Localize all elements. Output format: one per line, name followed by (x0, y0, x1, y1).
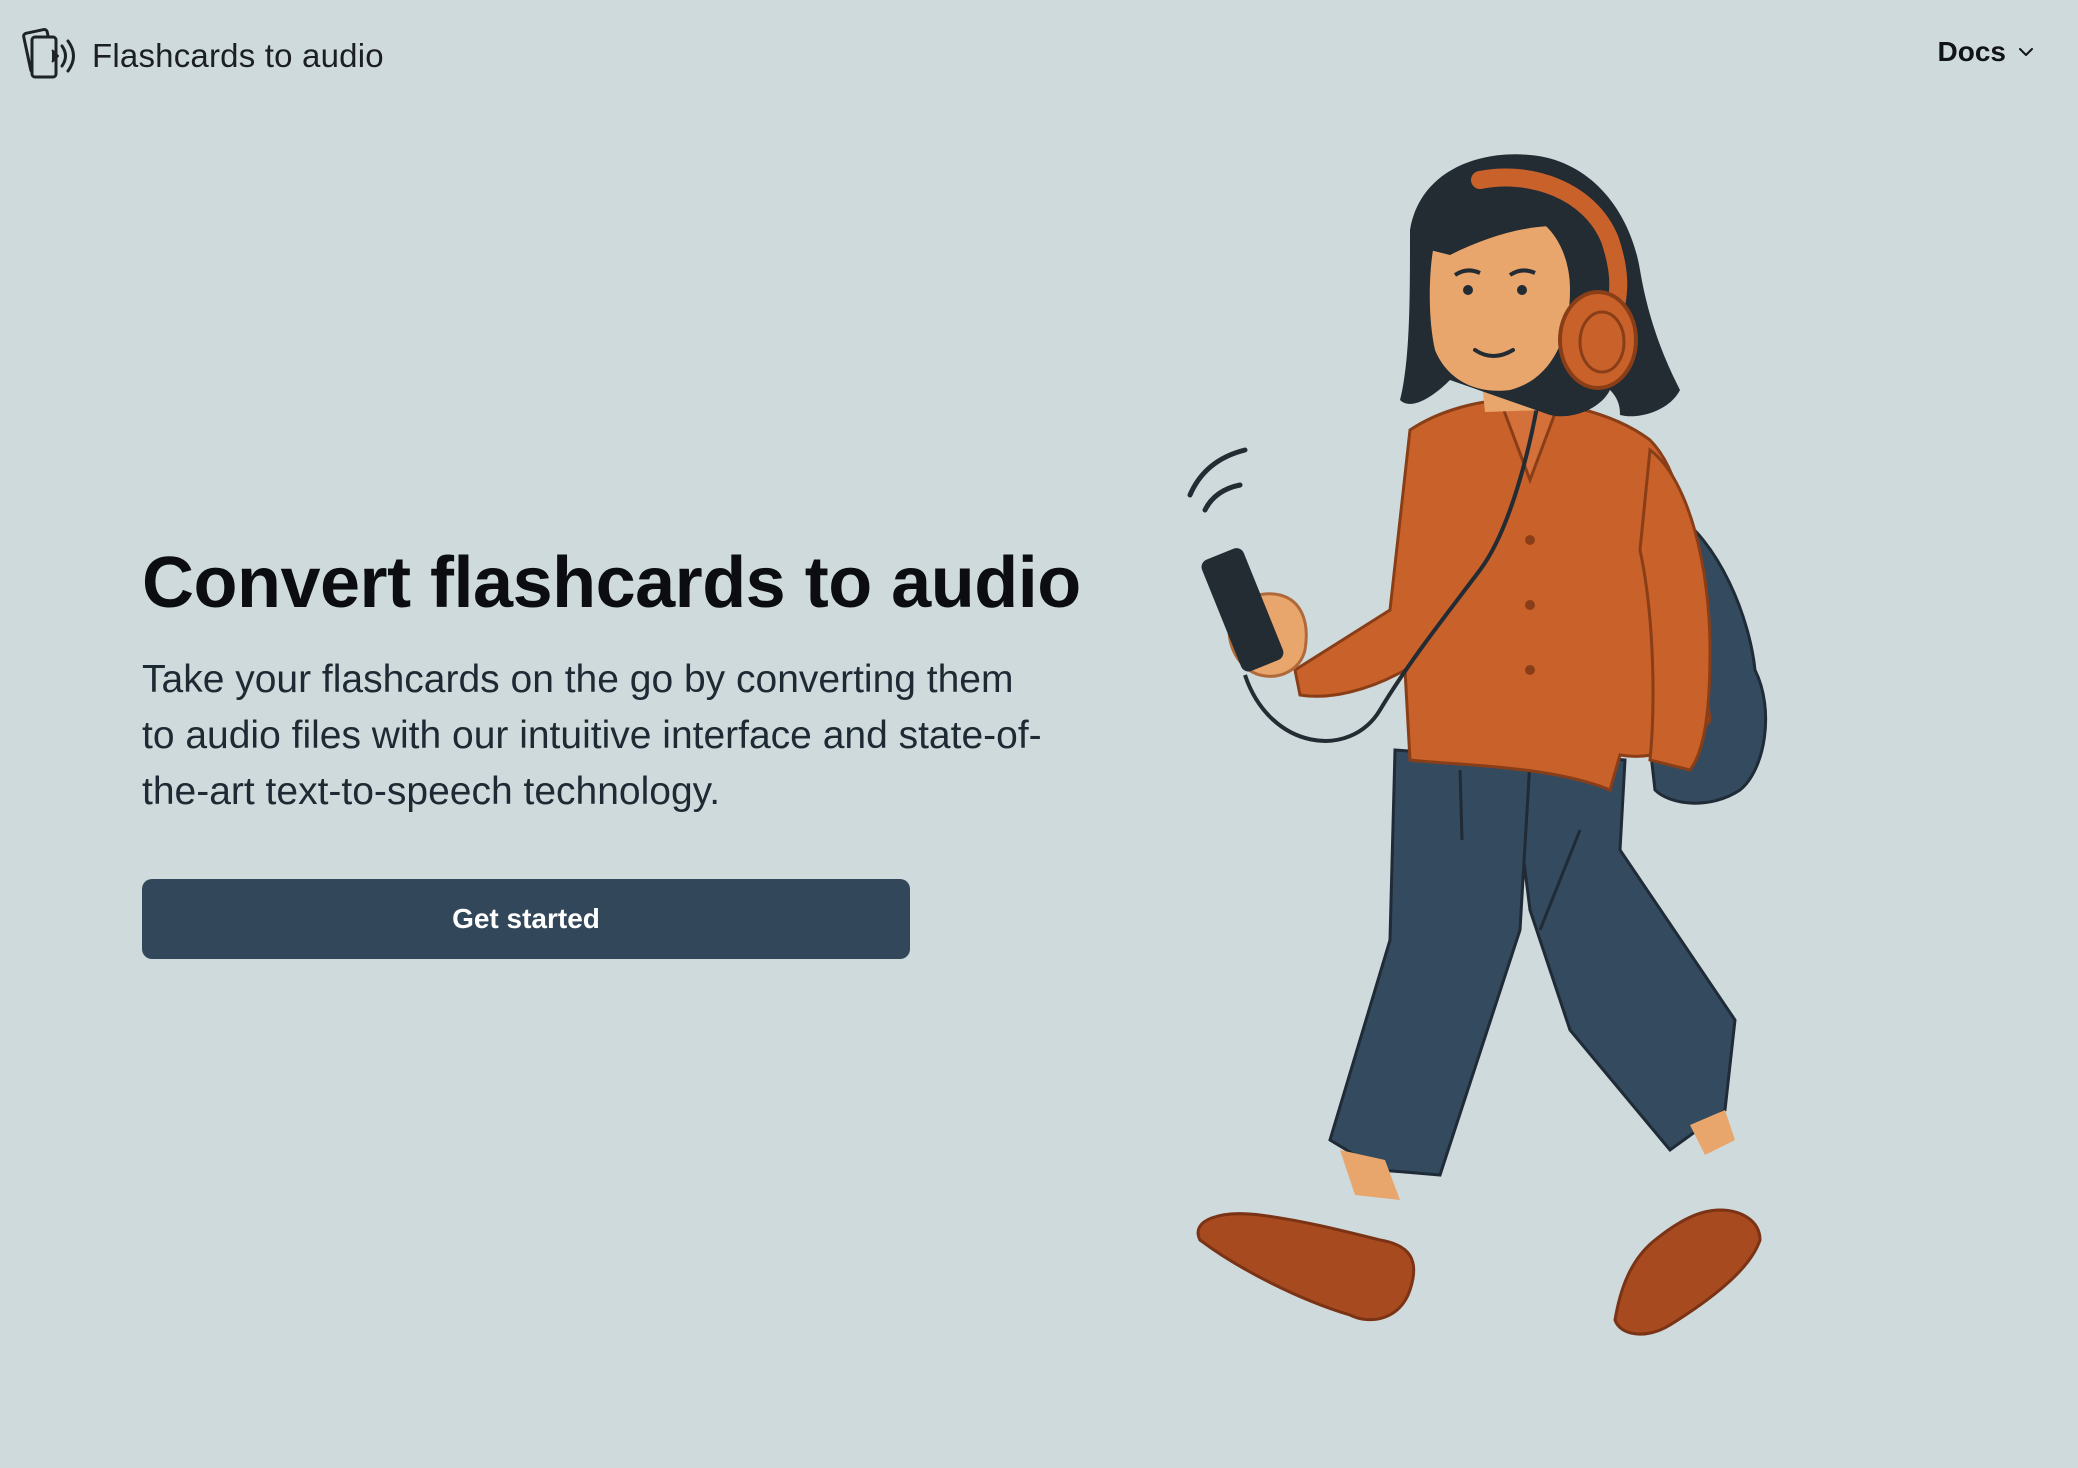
chevron-down-icon (2019, 48, 2033, 56)
brand-name: Flashcards to audio (92, 37, 384, 74)
landing-page: Flashcards to audio Docs Convert flashca… (0, 0, 2078, 1468)
cards-audio-icon (22, 28, 75, 79)
get-started-button[interactable]: Get started (142, 879, 910, 959)
hero-section: Convert flashcards to audio Take your fl… (142, 540, 1081, 820)
hero-title: Convert flashcards to audio (142, 543, 1081, 623)
walking-person-illustration (1187, 154, 1768, 1336)
hero-subtitle: Take your flashcards on the go by conver… (142, 658, 1042, 813)
top-bar: Flashcards to audio Docs (0, 0, 2078, 112)
docs-menu-button[interactable]: Docs (1938, 36, 2034, 68)
docs-label: Docs (1937, 36, 2006, 67)
brand-link[interactable]: Flashcards to audio (18, 28, 384, 84)
